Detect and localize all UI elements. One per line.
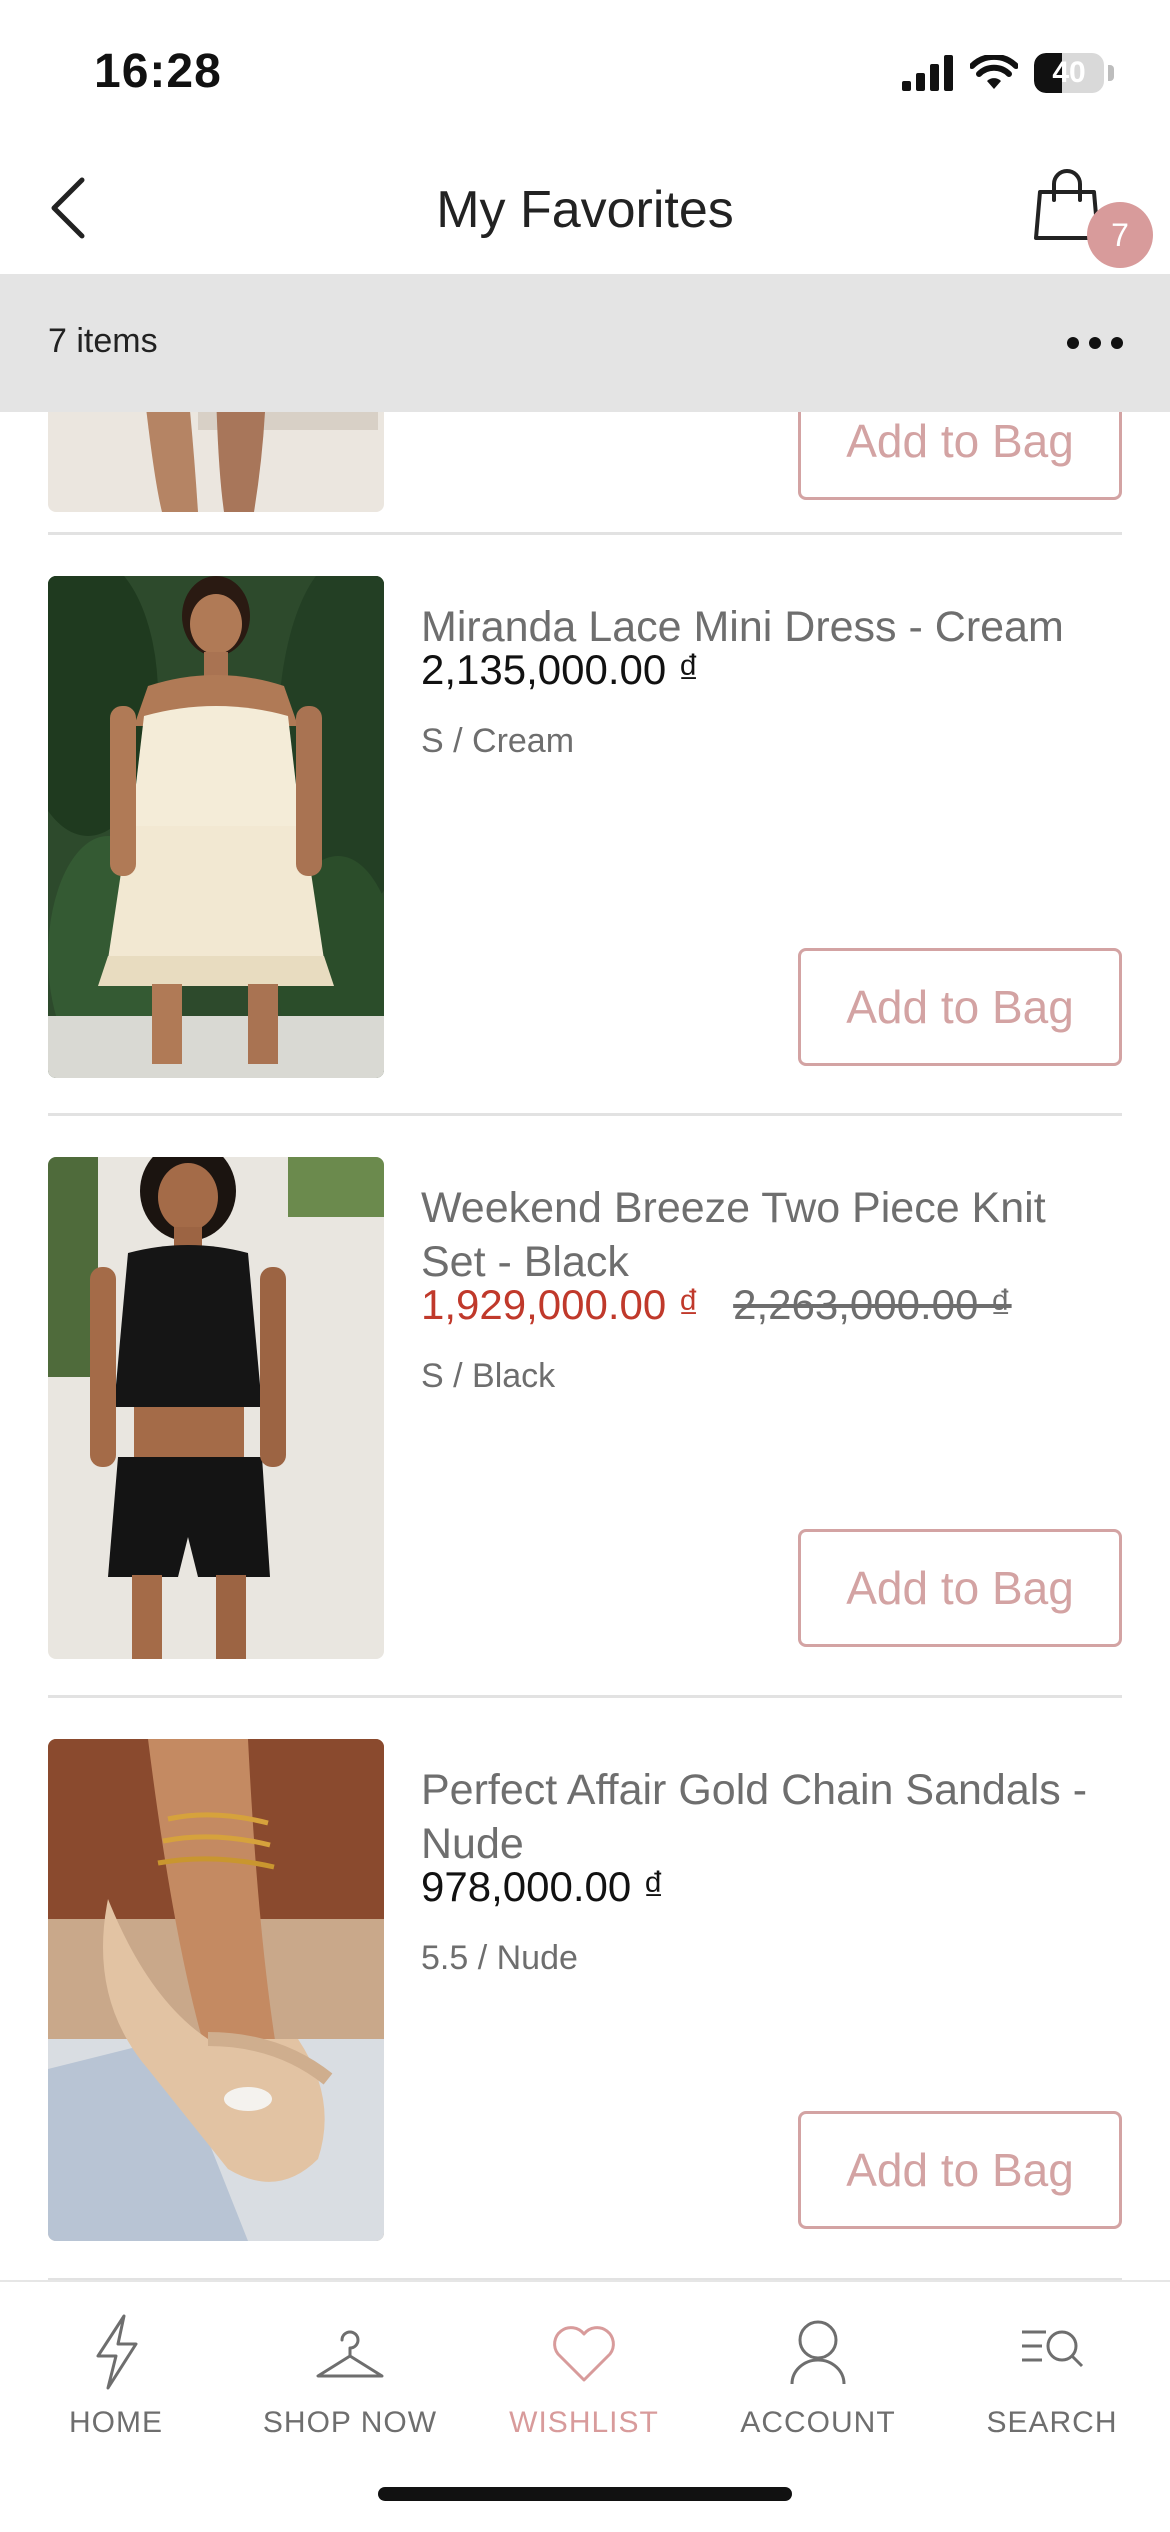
price-row: 978,000.00 ₫ — [421, 1863, 664, 1911]
heart-icon — [553, 2326, 615, 2382]
product-photo — [48, 1157, 384, 1659]
tab-home[interactable]: HOME — [6, 2302, 226, 2452]
divider — [48, 1695, 1122, 1698]
product-photo — [48, 576, 384, 1078]
status-icons: 40 — [902, 48, 1114, 98]
add-to-bag-button[interactable]: Add to Bag — [798, 2111, 1122, 2229]
more-options-button[interactable] — [1060, 318, 1130, 368]
product-variant: S / Black — [421, 1357, 556, 1395]
product-photo — [48, 412, 384, 512]
divider — [48, 1113, 1122, 1116]
page-title: My Favorites — [436, 181, 734, 239]
product-image[interactable] — [48, 412, 384, 512]
battery-level: 40 — [1052, 56, 1086, 89]
product-variant: 5.5 / Nude — [421, 1939, 578, 1977]
item-count: 7 items — [48, 322, 158, 360]
product-price: 2,135,000.00 ₫ — [421, 646, 700, 693]
sale-price: 1,929,000.00 ₫ — [421, 1281, 700, 1328]
battery-icon: 40 — [1034, 53, 1104, 93]
product-item: Miranda Lace Mini Dress - Cream 2,135,00… — [48, 576, 1122, 1078]
add-to-bag-button[interactable]: Add to Bag — [798, 948, 1122, 1066]
cellular-signal-icon — [902, 55, 953, 91]
product-variant: S / Cream — [421, 722, 575, 760]
person-icon — [790, 2320, 846, 2385]
product-image[interactable] — [48, 576, 384, 1078]
tab-shop-now[interactable]: SHOP NOW — [240, 2302, 460, 2452]
battery-nub — [1108, 65, 1114, 81]
tab-wishlist[interactable]: WISHLIST — [474, 2302, 694, 2452]
bag-count-badge: 7 — [1087, 202, 1153, 268]
tab-label: SHOP NOW — [262, 2406, 438, 2439]
original-price: 2,263,000.00 ₫ — [733, 1281, 1012, 1328]
product-photo — [48, 1739, 384, 2241]
wifi-icon — [970, 55, 1018, 89]
search-list-icon — [1022, 2330, 1084, 2368]
price-row: 1,929,000.00 ₫ 2,263,000.00 ₫ — [421, 1281, 1012, 1329]
more-horizontal-icon — [1067, 337, 1123, 349]
tab-label: HOME — [69, 2406, 163, 2439]
product-item: Add to Bag — [48, 412, 1122, 512]
product-name[interactable]: Weekend Breeze Two Piece Knit Set - Blac… — [421, 1181, 1121, 1289]
add-to-bag-button[interactable]: Add to Bag — [798, 412, 1122, 500]
tab-label: SEARCH — [986, 2406, 1118, 2439]
tab-label: ACCOUNT — [740, 2406, 896, 2439]
product-item: Perfect Affair Gold Chain Sandals - Nude… — [48, 1739, 1122, 2241]
tab-label: WISHLIST — [509, 2406, 659, 2439]
favorites-toolbar: 7 items — [0, 274, 1170, 412]
tab-account[interactable]: ACCOUNT — [708, 2302, 928, 2452]
price-row: 2,135,000.00 ₫ — [421, 646, 699, 694]
product-image[interactable] — [48, 1157, 384, 1659]
status-time: 16:28 — [94, 45, 222, 98]
status-bar: 16:28 40 — [0, 0, 1170, 140]
lightning-icon — [96, 2314, 138, 2390]
tab-search[interactable]: SEARCH — [942, 2302, 1162, 2452]
product-name[interactable]: Perfect Affair Gold Chain Sandals - Nude — [421, 1763, 1121, 1871]
favorites-list[interactable]: Add to Bag Miranda Lace Mini Dress - Cre… — [0, 412, 1170, 2282]
hanger-icon — [316, 2330, 384, 2378]
home-indicator — [378, 2487, 792, 2501]
product-price: 978,000.00 ₫ — [421, 1863, 665, 1910]
product-image[interactable] — [48, 1739, 384, 2241]
divider — [48, 532, 1122, 535]
add-to-bag-button[interactable]: Add to Bag — [798, 1529, 1122, 1647]
product-item: Weekend Breeze Two Piece Knit Set - Blac… — [48, 1157, 1122, 1659]
header: My Favorites 7 — [0, 140, 1170, 274]
